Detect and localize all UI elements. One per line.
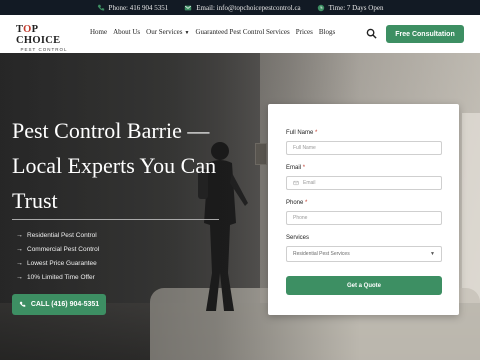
email-input[interactable]: Email (286, 176, 442, 190)
email-icon (185, 5, 192, 10)
nav-item-guaranteed[interactable]: Guaranteed Pest Control Services (195, 28, 289, 36)
services-select[interactable]: Residential Pest Services ▼ (286, 246, 442, 262)
main-navigation: TOP CHOICE PEST CONTROL Home About Us Ou… (0, 15, 480, 53)
call-button[interactable]: CALL (416) 904-5351 (12, 294, 106, 315)
search-icon[interactable] (366, 28, 377, 39)
chevron-down-icon: ▼ (184, 31, 190, 36)
site-logo[interactable]: TOP CHOICE PEST CONTROL (16, 24, 72, 52)
nav-menu: Home About Us Our Services ▼ Guaranteed P… (90, 28, 335, 36)
free-consultation-button[interactable]: Free Consultation (386, 25, 464, 43)
nav-item-home[interactable]: Home (90, 28, 107, 36)
email-label: Email * (286, 165, 306, 171)
topbar-hours: Time: 7 Days Open (317, 3, 384, 12)
list-item: → Lowest Price Guarantee (16, 259, 97, 267)
arrow-right-icon: → (16, 245, 23, 253)
logo-tagline: PEST CONTROL (20, 47, 68, 52)
nav-item-blogs[interactable]: Blogs (319, 28, 335, 36)
hero-section: Pest Control Barrie — Local Experts You … (0, 53, 480, 360)
caret-down-icon: ▼ (430, 251, 435, 257)
phone-icon (97, 4, 104, 11)
topbar-email[interactable]: Email: info@topchoicepestcontrol.ca (184, 3, 301, 12)
full-name-input[interactable]: Full Name (286, 141, 442, 155)
list-item: → 10% Limited Time Offer (16, 273, 95, 281)
nav-item-prices[interactable]: Prices (296, 28, 313, 36)
arrow-right-icon: → (16, 231, 23, 239)
nav-item-services[interactable]: Our Services ▼ (146, 28, 189, 36)
nav-item-about[interactable]: About Us (113, 28, 140, 36)
full-name-label: Full Name * (286, 130, 318, 136)
arrow-right-icon: → (16, 259, 23, 267)
logo-wordmark: TOP CHOICE (16, 24, 61, 46)
phone-icon (19, 301, 26, 307)
topbar-phone-text: Phone: 416 904 5351 (108, 3, 169, 12)
hero-feature-list: → Residential Pest Control → Commercial Pe… (16, 228, 99, 284)
hero-divider (12, 219, 219, 220)
phone-label: Phone * (286, 200, 308, 206)
list-item: → Residential Pest Control (16, 231, 97, 239)
topbar-hours-text: Time: 7 Days Open (328, 3, 384, 12)
call-button-label: CALL (416) 904-5351 (30, 301, 100, 308)
topbar-email-text: Email: info@topchoicepestcontrol.ca (196, 3, 301, 12)
phone-input[interactable]: Phone (286, 211, 442, 225)
list-item: → Commercial Pest Control (16, 245, 100, 253)
hero-headline: Pest Control Barrie — Local Experts You … (12, 118, 217, 213)
topbar-phone[interactable]: Phone: 416 904 5351 (97, 3, 169, 12)
get-quote-button[interactable]: Get a Quote (286, 276, 442, 295)
email-icon (293, 180, 299, 186)
quote-form: Full Name * Full Name Email * Email Phon… (268, 104, 459, 315)
clock-icon (317, 4, 324, 11)
top-contact-bar: Phone: 416 904 5351 Email: info@topchoic… (0, 0, 480, 15)
arrow-right-icon: → (16, 273, 23, 281)
services-label: Services (286, 235, 310, 241)
